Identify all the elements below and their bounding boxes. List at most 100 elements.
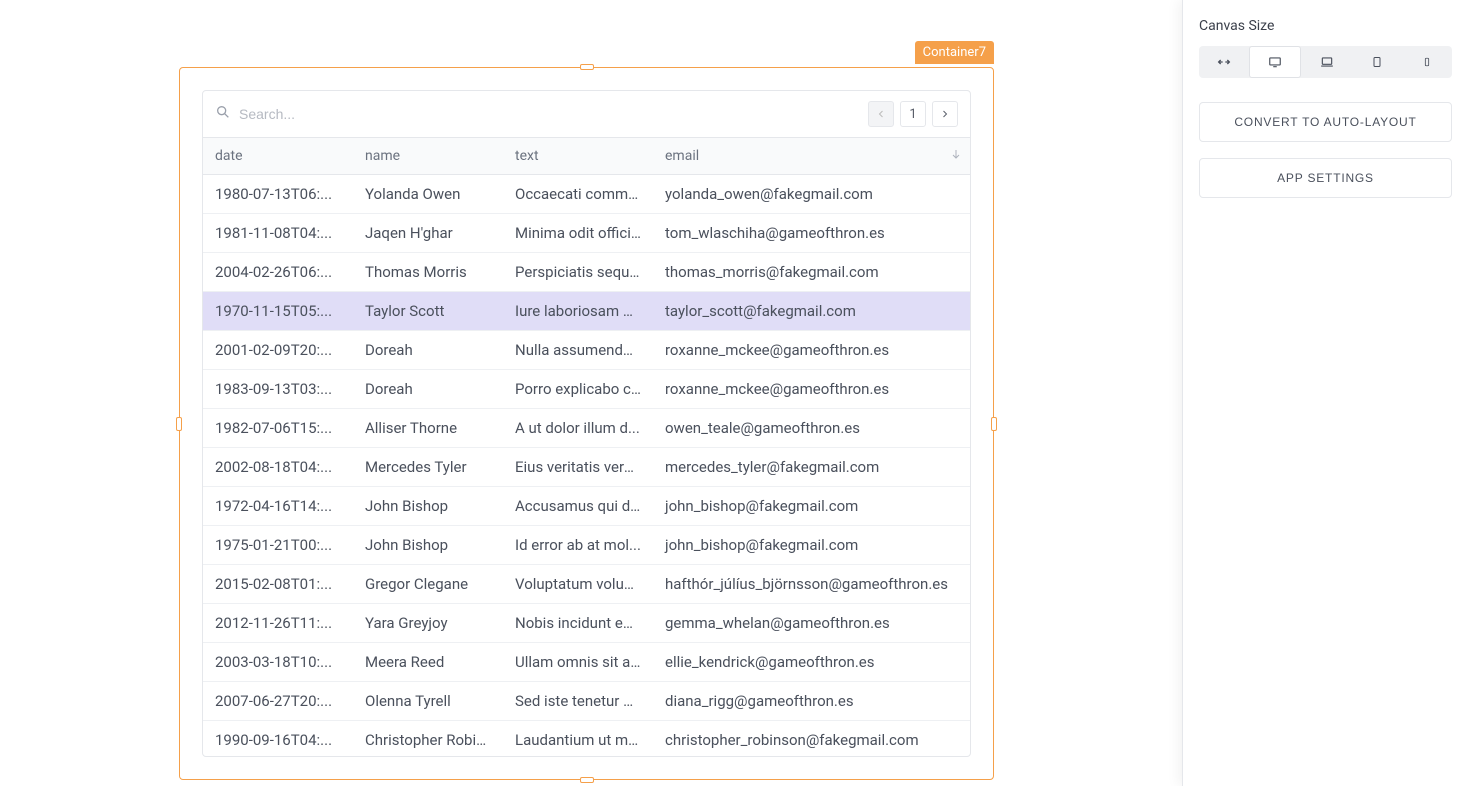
cell-text: Laudantium ut mo... — [503, 721, 653, 757]
search-input[interactable] — [239, 106, 439, 122]
cell-date: 2002-08-18T04:... — [203, 448, 353, 486]
table-row[interactable]: 1975-01-21T00:...John BishopId error ab … — [203, 526, 970, 565]
resize-handle-bottom[interactable] — [580, 777, 594, 783]
column-header-email[interactable]: email — [653, 138, 970, 174]
inspector-panel: Canvas Size CONVERT TO AUTO-LAYOUT APP S… — [1182, 0, 1468, 786]
column-header-name[interactable]: name — [353, 138, 503, 174]
viewport-laptop-button[interactable] — [1301, 46, 1351, 78]
viewport-auto-button[interactable] — [1199, 46, 1249, 78]
cell-text: Sed iste tenetur u... — [503, 682, 653, 720]
cell-text: Porro explicabo c... — [503, 370, 653, 408]
cell-email: john_bishop@fakegmail.com — [653, 487, 970, 525]
table-row[interactable]: 1972-04-16T14:...John BishopAccusamus qu… — [203, 487, 970, 526]
pager-next-button[interactable] — [932, 101, 958, 127]
cell-email: gemma_whelan@gameofthron.es — [653, 604, 970, 642]
cell-name: Doreah — [353, 370, 503, 408]
cell-name: Christopher Robin... — [353, 721, 503, 757]
table-row[interactable]: 2015-02-08T01:...Gregor CleganeVoluptatu… — [203, 565, 970, 604]
column-header-date[interactable]: date — [203, 138, 353, 174]
cell-date: 1981-11-08T04:... — [203, 214, 353, 252]
pagination: 1 — [868, 101, 958, 127]
cell-name: Olenna Tyrell — [353, 682, 503, 720]
search-wrap — [215, 104, 439, 124]
cell-email: john_bishop@fakegmail.com — [653, 526, 970, 564]
cell-name: Mercedes Tyler — [353, 448, 503, 486]
cell-text: A ut dolor illum d... — [503, 409, 653, 447]
table-row[interactable]: 2001-02-09T20:...DoreahNulla assumenda .… — [203, 331, 970, 370]
cell-name: Taylor Scott — [353, 292, 503, 330]
canvas-size-title: Canvas Size — [1199, 18, 1452, 34]
cell-date: 1990-09-16T04:... — [203, 721, 353, 757]
resize-handle-left[interactable] — [176, 417, 182, 431]
table-row[interactable]: 1982-07-06T15:...Alliser ThorneA ut dolo… — [203, 409, 970, 448]
column-header-email-label: email — [665, 148, 699, 164]
table-row[interactable]: 2004-02-26T06:...Thomas MorrisPerspiciat… — [203, 253, 970, 292]
cell-date: 2004-02-26T06:... — [203, 253, 353, 291]
viewport-mobile-button[interactable] — [1402, 46, 1452, 78]
cell-name: Gregor Clegane — [353, 565, 503, 603]
cell-date: 1983-09-13T03:... — [203, 370, 353, 408]
table-component[interactable]: 1 date name text email 1980-07-13T06:... — [202, 90, 971, 757]
cell-date: 2015-02-08T01:... — [203, 565, 353, 603]
resize-handle-top[interactable] — [580, 64, 594, 70]
selected-container[interactable]: Container7 1 — [179, 67, 994, 780]
cell-text: Eius veritatis vero ... — [503, 448, 653, 486]
cell-name: Jaqen H'ghar — [353, 214, 503, 252]
convert-auto-layout-button[interactable]: CONVERT TO AUTO-LAYOUT — [1199, 102, 1452, 142]
cell-date: 1972-04-16T14:... — [203, 487, 353, 525]
table-row[interactable]: 2003-03-18T10:...Meera ReedUllam omnis s… — [203, 643, 970, 682]
viewport-desktop-button[interactable] — [1249, 46, 1301, 78]
pager-page-number: 1 — [900, 101, 926, 127]
table-row[interactable]: 1983-09-13T03:...DoreahPorro explicabo c… — [203, 370, 970, 409]
table-body: 1980-07-13T06:...Yolanda OwenOccaecati c… — [203, 175, 970, 757]
search-icon — [215, 104, 231, 124]
table-row[interactable]: 1990-09-16T04:...Christopher Robin...Lau… — [203, 721, 970, 757]
cell-name: John Bishop — [353, 526, 503, 564]
cell-text: Perspiciatis sequi ... — [503, 253, 653, 291]
table-row[interactable]: 2002-08-18T04:...Mercedes TylerEius veri… — [203, 448, 970, 487]
table-row[interactable]: 2007-06-27T20:...Olenna TyrellSed iste t… — [203, 682, 970, 721]
pager-prev-button[interactable] — [868, 101, 894, 127]
viewport-selector — [1199, 46, 1452, 78]
cell-name: John Bishop — [353, 487, 503, 525]
cell-text: Nulla assumenda ... — [503, 331, 653, 369]
cell-name: Meera Reed — [353, 643, 503, 681]
cell-name: Thomas Morris — [353, 253, 503, 291]
table-row[interactable]: 1981-11-08T04:...Jaqen H'gharMinima odit… — [203, 214, 970, 253]
cell-date: 2007-06-27T20:... — [203, 682, 353, 720]
cell-date: 1982-07-06T15:... — [203, 409, 353, 447]
cell-text: Occaecati commo... — [503, 175, 653, 213]
canvas-area[interactable]: Container7 1 — [0, 0, 1182, 786]
cell-email: mercedes_tyler@fakegmail.com — [653, 448, 970, 486]
cell-email: diana_rigg@gameofthron.es — [653, 682, 970, 720]
table-row[interactable]: 1980-07-13T06:...Yolanda OwenOccaecati c… — [203, 175, 970, 214]
cell-text: Minima odit officii... — [503, 214, 653, 252]
cell-name: Alliser Thorne — [353, 409, 503, 447]
cell-email: roxanne_mckee@gameofthron.es — [653, 331, 970, 369]
cell-date: 1980-07-13T06:... — [203, 175, 353, 213]
viewport-tablet-button[interactable] — [1352, 46, 1402, 78]
cell-email: yolanda_owen@fakegmail.com — [653, 175, 970, 213]
cell-date: 2012-11-26T11:... — [203, 604, 353, 642]
cell-email: thomas_morris@fakegmail.com — [653, 253, 970, 291]
table-toolbar: 1 — [203, 91, 970, 138]
cell-name: Doreah — [353, 331, 503, 369]
table-row[interactable]: 1970-11-15T05:...Taylor ScottIure labori… — [203, 292, 970, 331]
cell-name: Yara Greyjoy — [353, 604, 503, 642]
cell-text: Voluptatum volup... — [503, 565, 653, 603]
cell-text: Ullam omnis sit a... — [503, 643, 653, 681]
app-settings-button[interactable]: APP SETTINGS — [1199, 158, 1452, 198]
cell-date: 1975-01-21T00:... — [203, 526, 353, 564]
cell-email: hafthór_júlíus_björnsson@gameofthron.es — [653, 565, 970, 603]
cell-date: 2003-03-18T10:... — [203, 643, 353, 681]
cell-text: Iure laboriosam q... — [503, 292, 653, 330]
cell-email: roxanne_mckee@gameofthron.es — [653, 370, 970, 408]
cell-email: taylor_scott@fakegmail.com — [653, 292, 970, 330]
table-row[interactable]: 2012-11-26T11:...Yara GreyjoyNobis incid… — [203, 604, 970, 643]
cell-text: Nobis incidunt ea ... — [503, 604, 653, 642]
sort-desc-icon — [950, 148, 962, 164]
selection-badge: Container7 — [915, 41, 994, 64]
resize-handle-right[interactable] — [991, 417, 997, 431]
cell-name: Yolanda Owen — [353, 175, 503, 213]
column-header-text[interactable]: text — [503, 138, 653, 174]
